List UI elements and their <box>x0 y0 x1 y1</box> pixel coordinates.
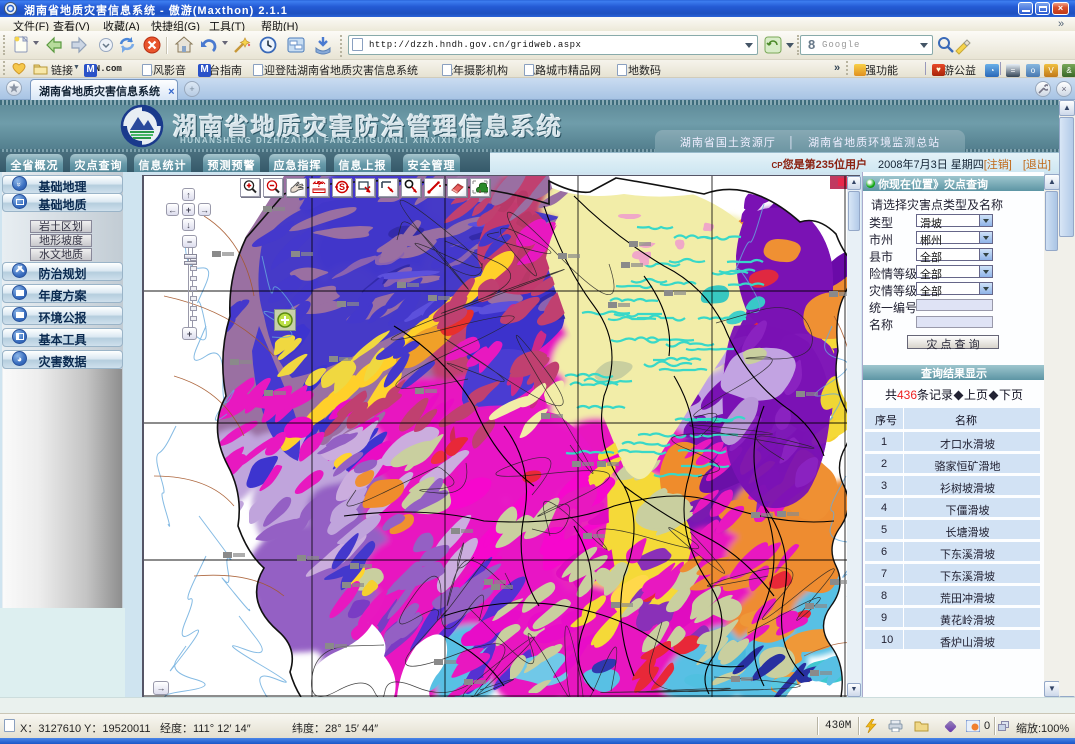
svg-text:S: S <box>339 182 345 192</box>
svg-text:?: ? <box>317 180 322 189</box>
